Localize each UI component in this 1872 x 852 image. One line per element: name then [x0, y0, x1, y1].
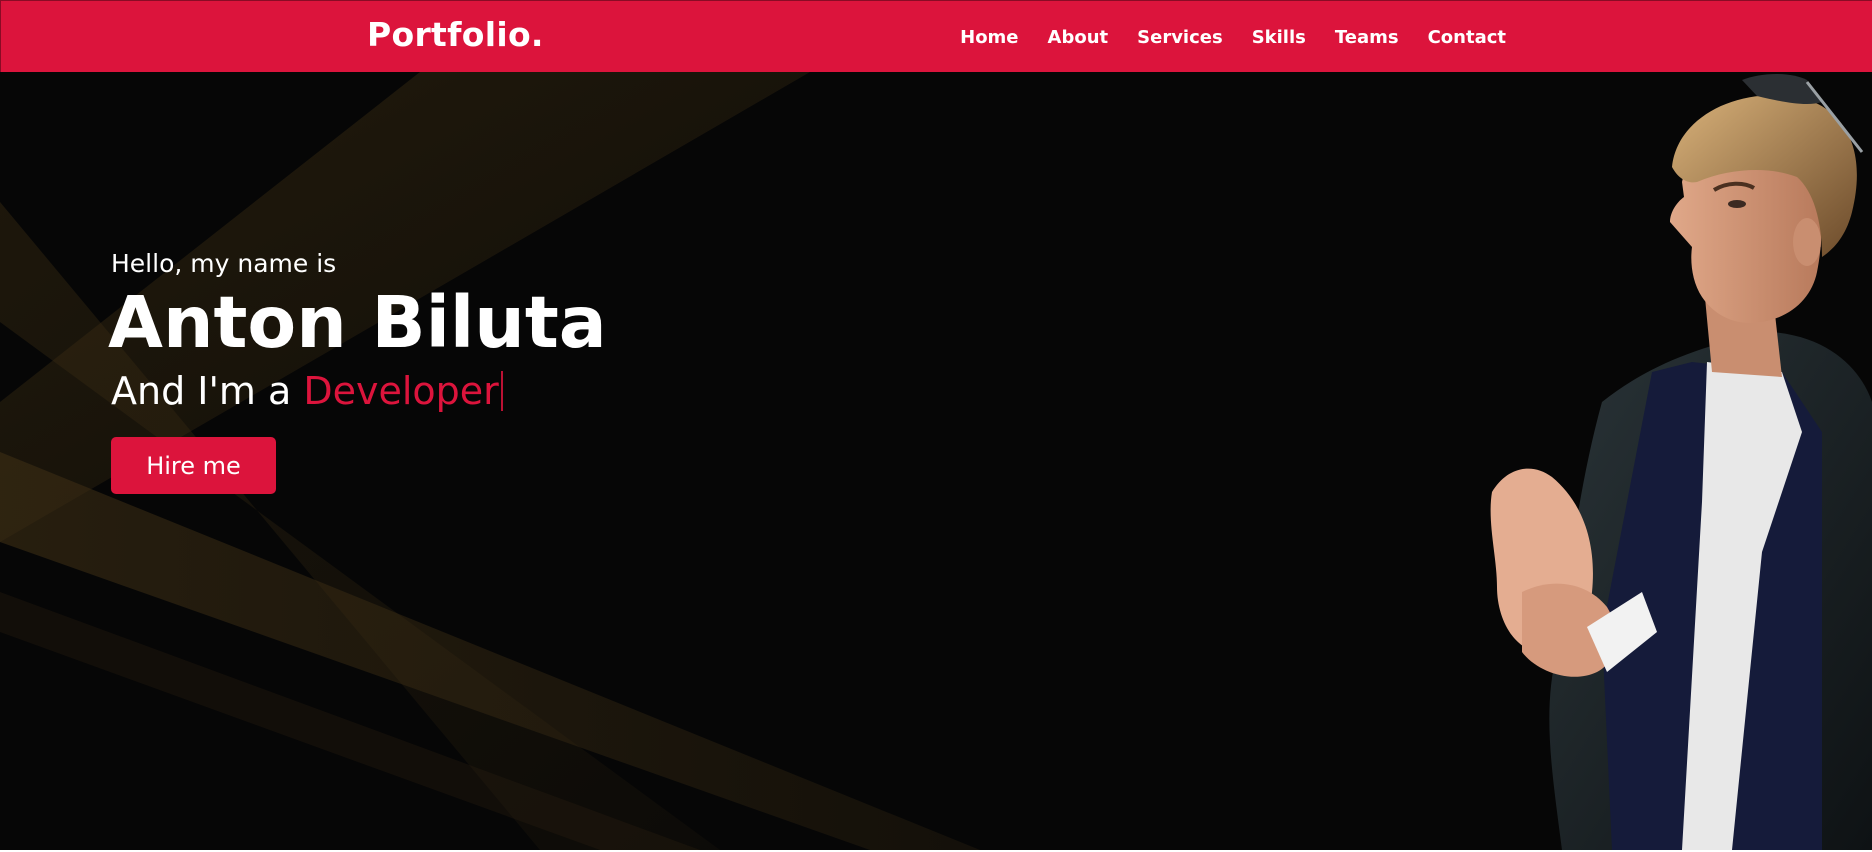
- nav-link-skills[interactable]: Skills: [1252, 27, 1306, 48]
- nav-item-teams: Teams: [1335, 27, 1399, 48]
- nav-link-home[interactable]: Home: [960, 27, 1018, 48]
- hire-me-button[interactable]: Hire me: [111, 437, 276, 494]
- hero-greeting: Hello, my name is: [111, 249, 337, 278]
- nav-link-services[interactable]: Services: [1137, 27, 1223, 48]
- hero-name: Anton Biluta: [108, 281, 607, 364]
- hero-section: Hello, my name is Anton Biluta And I'm a…: [0, 72, 1872, 850]
- nav-link-teams[interactable]: Teams: [1335, 27, 1399, 48]
- nav-link-contact[interactable]: Contact: [1428, 27, 1506, 48]
- nav-item-home: Home: [960, 27, 1018, 48]
- hero-role-prefix: And I'm a: [111, 369, 292, 413]
- logo[interactable]: Portfolio.: [367, 15, 544, 54]
- nav-item-about: About: [1048, 27, 1109, 48]
- hero-role-word: Developer: [303, 369, 499, 413]
- nav-item-skills: Skills: [1252, 27, 1306, 48]
- nav-item-services: Services: [1137, 27, 1223, 48]
- person-photo: [1490, 74, 1872, 850]
- hero-role-line: And I'm a Developer: [111, 365, 607, 417]
- nav-menu: Home About Services Skills Teams Contact: [960, 1, 1506, 73]
- nav-link-about[interactable]: About: [1048, 27, 1109, 48]
- hero-text: Hello, my name is Anton Biluta And I'm a…: [108, 247, 607, 494]
- navbar: Portfolio. Home About Services Skills Te…: [0, 0, 1872, 72]
- portfolio-page: Portfolio. Home About Services Skills Te…: [0, 0, 1872, 852]
- nav-item-contact: Contact: [1428, 27, 1506, 48]
- typing-cursor: [500, 371, 503, 411]
